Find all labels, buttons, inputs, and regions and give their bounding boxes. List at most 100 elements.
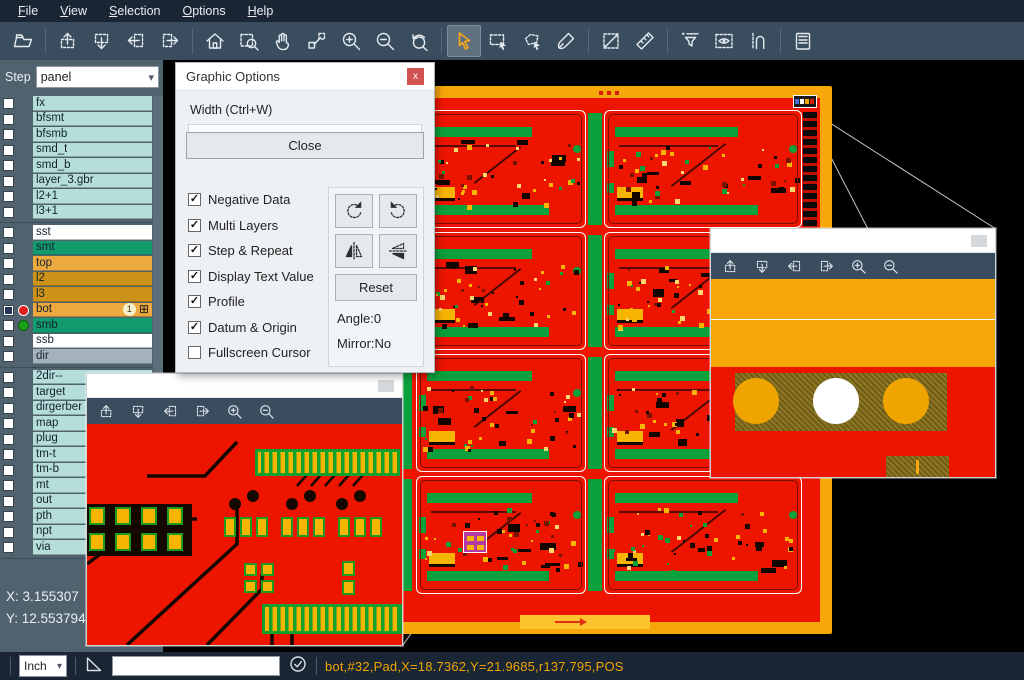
pan-hand-icon[interactable] — [266, 25, 300, 57]
layer-visibility-checkbox[interactable] — [3, 227, 14, 238]
layer-visibility-checkbox[interactable] — [3, 305, 14, 316]
layer-visibility-checkbox[interactable] — [3, 114, 14, 125]
zoom-previous-icon[interactable] — [402, 25, 436, 57]
layer-row-top[interactable]: top — [0, 256, 153, 272]
layer-visibility-checkbox[interactable] — [3, 434, 14, 445]
checkbox-icon[interactable]: ✓ — [188, 321, 201, 334]
layer-row-l2[interactable]: l2 — [0, 272, 153, 288]
layer-visibility-checkbox[interactable] — [3, 403, 14, 414]
layer-visibility-checkbox[interactable] — [3, 527, 14, 538]
zoom-object-icon[interactable] — [300, 25, 334, 57]
layer-row-fx[interactable]: fx — [0, 96, 153, 112]
checkbox-datum-origin[interactable]: ✓Datum & Origin — [188, 319, 314, 336]
layer-visibility-checkbox[interactable] — [3, 176, 14, 187]
window-button[interactable] — [378, 380, 394, 392]
shift-right-icon[interactable] — [813, 254, 839, 278]
layer-visibility-checkbox[interactable] — [3, 191, 14, 202]
magnifier-titlebar[interactable] — [87, 374, 402, 398]
layer-name-cell[interactable]: fx — [33, 96, 152, 111]
checkbox-negative-data[interactable]: ✓Negative Data — [188, 191, 314, 208]
shift-right-icon[interactable] — [189, 399, 215, 423]
checkbox-display-text-value[interactable]: ✓Display Text Value — [188, 268, 314, 285]
zoom-out-icon[interactable] — [368, 25, 402, 57]
brush-tool-icon[interactable] — [549, 25, 583, 57]
checkbox-step-repeat[interactable]: ✓Step & Repeat — [188, 242, 314, 259]
layer-name-cell[interactable]: l2+1 — [33, 189, 152, 204]
layer-row-layer-3-gbr[interactable]: layer_3.gbr — [0, 174, 153, 190]
layer-name-cell[interactable]: smd_b — [33, 158, 152, 173]
layer-name-cell[interactable]: top — [33, 256, 152, 271]
layer-visibility-checkbox[interactable] — [3, 129, 14, 140]
snap-icon[interactable] — [741, 25, 775, 57]
dialog-titlebar[interactable]: Graphic Options x — [176, 63, 434, 91]
step-dropdown[interactable]: panel ▾ — [36, 66, 159, 88]
layer-visibility-checkbox[interactable] — [3, 207, 14, 218]
menu-help[interactable]: Help — [238, 2, 284, 20]
layer-visibility-checkbox[interactable] — [3, 160, 14, 171]
layer-row-bfsmt[interactable]: bfsmt — [0, 112, 153, 128]
checkbox-icon[interactable]: ✓ — [188, 219, 201, 232]
zoom-window-icon[interactable] — [232, 25, 266, 57]
checkbox-icon[interactable]: ✓ — [188, 295, 201, 308]
checkbox-icon[interactable]: ✓ — [188, 270, 201, 283]
shift-up-icon[interactable] — [717, 254, 743, 278]
layer-visibility-checkbox[interactable] — [3, 98, 14, 109]
apply-check-icon[interactable] — [288, 654, 308, 679]
zoom-out-icon[interactable] — [877, 254, 903, 278]
window-button[interactable] — [971, 235, 987, 247]
mirror-vertical-button[interactable] — [379, 234, 417, 268]
layer-name-cell[interactable]: layer_3.gbr — [33, 174, 152, 189]
layer-visibility-checkbox[interactable] — [3, 542, 14, 553]
layer-name-cell[interactable]: smb — [33, 318, 152, 333]
shift-left-icon[interactable] — [119, 25, 153, 57]
shift-right-icon[interactable] — [153, 25, 187, 57]
angle-measure-icon[interactable] — [84, 654, 104, 679]
layer-visibility-checkbox[interactable] — [3, 258, 14, 269]
layer-name-cell[interactable]: bot1⊞ — [33, 303, 152, 318]
mirror-horizontal-button[interactable] — [335, 234, 373, 268]
checkbox-icon[interactable]: ✓ — [188, 193, 201, 206]
layer-row-l3[interactable]: l3 — [0, 287, 153, 303]
menu-options[interactable]: Options — [172, 2, 235, 20]
layer-visibility-checkbox[interactable] — [3, 351, 14, 362]
layer-row-bfsmb[interactable]: bfsmb — [0, 127, 153, 143]
menu-view[interactable]: View — [50, 2, 97, 20]
zoom-out-icon[interactable] — [253, 399, 279, 423]
magnifier-titlebar[interactable] — [711, 229, 995, 253]
unit-dropdown[interactable]: Inch ▾ — [19, 655, 67, 677]
layer-visibility-checkbox[interactable] — [3, 274, 14, 285]
shift-up-icon[interactable] — [93, 399, 119, 423]
layer-visibility-checkbox[interactable] — [3, 336, 14, 347]
magnifier-view-traces[interactable] — [87, 424, 402, 645]
shift-left-icon[interactable] — [781, 254, 807, 278]
layer-visibility-checkbox[interactable] — [3, 418, 14, 429]
layer-visibility-checkbox[interactable] — [3, 243, 14, 254]
layer-name-cell[interactable]: smd_t — [33, 143, 152, 158]
layer-name-cell[interactable]: dir — [33, 349, 152, 364]
magnifier-window-right[interactable] — [710, 228, 996, 478]
measure-distance-icon[interactable] — [594, 25, 628, 57]
layer-row-smt[interactable]: smt — [0, 241, 153, 257]
layer-name-cell[interactable]: ssb — [33, 334, 152, 349]
filter-icon[interactable] — [673, 25, 707, 57]
shift-down-icon[interactable] — [749, 254, 775, 278]
grid-icon[interactable]: ⊞ — [139, 303, 149, 315]
home-view-icon[interactable] — [198, 25, 232, 57]
shift-down-icon[interactable] — [125, 399, 151, 423]
layer-name-cell[interactable]: l2 — [33, 272, 152, 287]
layer-name-cell[interactable]: bfsmt — [33, 112, 152, 127]
ruler-icon[interactable] — [628, 25, 662, 57]
layer-name-cell[interactable]: bfsmb — [33, 127, 152, 142]
rect-select-icon[interactable] — [481, 25, 515, 57]
layer-visibility-checkbox[interactable] — [3, 496, 14, 507]
layer-visibility-checkbox[interactable] — [3, 465, 14, 476]
layer-visibility-checkbox[interactable] — [3, 289, 14, 300]
report-icon[interactable] — [786, 25, 820, 57]
layer-row-smd-t[interactable]: smd_t — [0, 143, 153, 159]
zoom-in-icon[interactable] — [845, 254, 871, 278]
menu-file[interactable]: File — [8, 2, 48, 20]
layer-row-bot[interactable]: bot1⊞ — [0, 303, 153, 319]
layer-row-sst[interactable]: sst — [0, 225, 153, 241]
rotate-ccw-button[interactable] — [379, 194, 417, 228]
rotate-cw-button[interactable] — [335, 194, 373, 228]
